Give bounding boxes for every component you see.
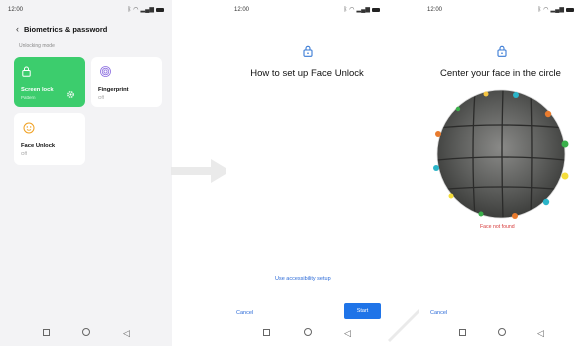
triangle-back-icon: ◁ — [344, 328, 351, 338]
lock-icon — [22, 66, 31, 77]
cancel-button[interactable]: Cancel — [236, 310, 253, 316]
navigation-bar: ◁ — [226, 326, 388, 340]
bluetooth-icon: ᛒ — [537, 7, 542, 13]
face-unlock-card[interactable]: Face Unlock Off — [14, 113, 85, 165]
status-bar: 12:00 ᛒ ◠ ▂▄▆ — [427, 6, 574, 16]
circle-icon — [304, 328, 312, 336]
status-bar: 12:00 ᛒ ◠ ▂▄▆ — [234, 6, 380, 16]
circle-icon — [498, 328, 506, 336]
navigation-bar: ◁ — [0, 326, 172, 340]
lock-icon — [497, 45, 507, 57]
triangle-back-icon: ◁ — [537, 328, 544, 338]
square-icon — [43, 329, 50, 336]
back-arrow-icon[interactable]: ‹ — [16, 24, 19, 34]
status-time: 12:00 — [234, 7, 250, 13]
signal-icon: ▂▄▆ — [140, 7, 154, 13]
home-button[interactable] — [304, 326, 312, 340]
setup-title: How to set up Face Unlock — [250, 68, 364, 79]
face-unlock-title: Face Unlock — [21, 143, 56, 149]
square-icon — [263, 329, 270, 336]
bluetooth-icon: ᛒ — [127, 7, 132, 13]
status-time: 12:00 — [8, 7, 24, 13]
wifi-icon: ◠ — [543, 7, 549, 13]
navigation-bar: ◁ — [419, 326, 582, 340]
setup-intro-screen: 12:00 ᛒ ◠ ▂▄▆ How to set up Face Unlock … — [226, 0, 388, 346]
gear-icon[interactable] — [66, 90, 75, 99]
triangle-back-icon: ◁ — [123, 328, 130, 338]
recents-button[interactable] — [459, 326, 466, 340]
status-bar: 12:00 ᛒ ◠ ▂▄▆ — [8, 6, 164, 16]
accessibility-setup-link[interactable]: Use accessibility setup — [275, 276, 331, 282]
battery-icon — [566, 8, 574, 12]
battery-icon — [156, 8, 164, 12]
fingerprint-card[interactable]: Fingerprint Off — [91, 57, 162, 107]
battery-icon — [372, 8, 380, 12]
start-button[interactable]: Start — [344, 303, 381, 319]
face-icon — [23, 122, 35, 134]
square-icon — [459, 329, 466, 336]
page-title: Biometrics & password — [24, 24, 108, 34]
home-button[interactable] — [498, 326, 506, 340]
wifi-icon: ◠ — [133, 7, 139, 13]
home-button[interactable] — [82, 326, 90, 340]
back-button[interactable]: ◁ — [123, 326, 130, 340]
signal-icon: ▂▄▆ — [356, 7, 370, 13]
wifi-icon: ◠ — [349, 7, 355, 13]
lock-icon — [303, 45, 313, 57]
bluetooth-icon: ᛒ — [343, 7, 348, 13]
screen-lock-title: Screen lock — [21, 87, 54, 93]
page-header: ‹ Biometrics & password — [16, 24, 107, 34]
biometrics-screen: 12:00 ᛒ ◠ ▂▄▆ ‹ Biometrics & password Un… — [0, 0, 172, 346]
circle-icon — [82, 328, 90, 336]
fingerprint-subtitle: Off — [98, 95, 104, 100]
back-button[interactable]: ◁ — [537, 326, 544, 340]
fingerprint-title: Fingerprint — [98, 87, 129, 93]
fingerprint-icon — [100, 66, 111, 77]
section-label: Unlocking mode — [19, 43, 55, 49]
recents-button[interactable] — [263, 326, 270, 340]
face-unlock-subtitle: Off — [21, 151, 27, 156]
cancel-button[interactable]: Cancel — [430, 310, 447, 316]
face-scan-circle — [433, 89, 569, 219]
signal-icon: ▂▄▆ — [550, 7, 564, 13]
status-time: 12:00 — [427, 7, 443, 13]
face-scan-screen: 12:00 ᛒ ◠ ▂▄▆ Center your face in the ci… — [419, 0, 582, 346]
scan-title: Center your face in the circle — [440, 68, 561, 79]
flow-arrow-right — [171, 159, 231, 183]
screen-lock-subtitle: Pattern — [21, 95, 36, 100]
screen-lock-card[interactable]: Screen lock Pattern — [14, 57, 85, 107]
recents-button[interactable] — [43, 326, 50, 340]
back-button[interactable]: ◁ — [344, 326, 351, 340]
face-not-found-message: Face not found — [480, 224, 515, 230]
